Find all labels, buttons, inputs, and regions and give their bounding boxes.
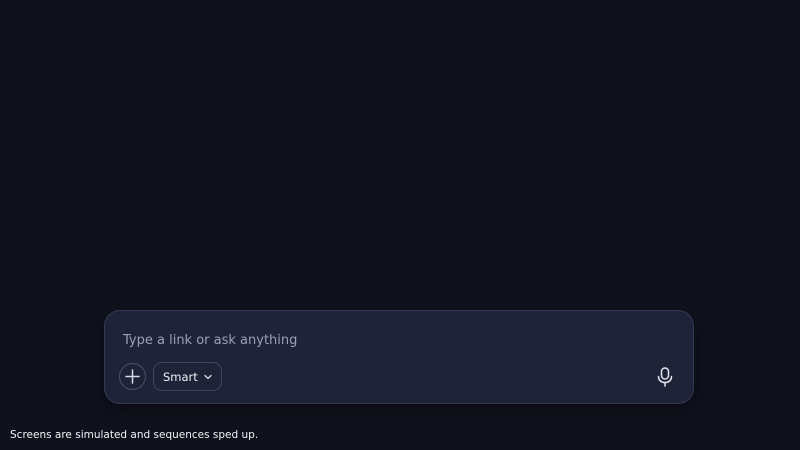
- chevron-down-icon: [204, 374, 212, 380]
- microphone-icon: [657, 367, 673, 387]
- plus-icon: [125, 369, 140, 384]
- disclaimer-text: Screens are simulated and sequences sped…: [10, 429, 259, 441]
- mode-selector-label: Smart: [163, 369, 198, 384]
- voice-input-button[interactable]: [653, 364, 677, 390]
- prompt-input[interactable]: [123, 329, 673, 351]
- add-attachment-button[interactable]: [119, 363, 146, 390]
- app-stage: Smart Screens are simulated and sequence…: [0, 0, 800, 450]
- mode-selector[interactable]: Smart: [153, 362, 222, 391]
- prompt-composer: Smart: [104, 310, 694, 404]
